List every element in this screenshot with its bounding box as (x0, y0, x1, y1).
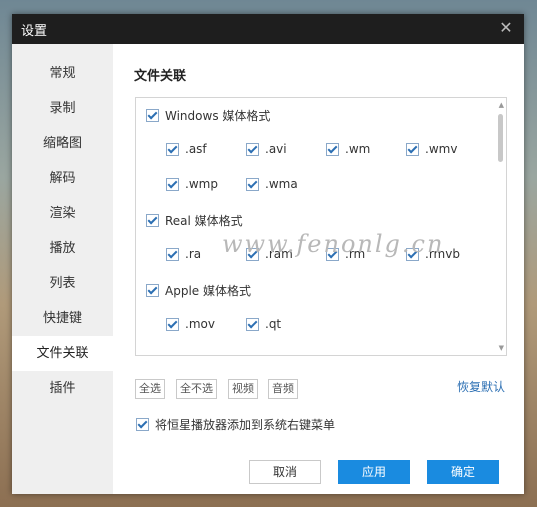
sidebar-item-decode[interactable]: 解码 (12, 161, 113, 196)
dialog-title: 设置 (21, 24, 48, 39)
format-checkbox-wm[interactable]: .wm (326, 142, 370, 156)
format-checkbox-rm[interactable]: .rm (326, 247, 365, 261)
close-icon[interactable]: ✕ (496, 18, 516, 38)
format-checkbox-wma[interactable]: .wma (246, 177, 298, 191)
sidebar-item-general[interactable]: 常规 (12, 56, 113, 91)
format-checkbox-asf[interactable]: .asf (166, 142, 207, 156)
format-checkbox-qt[interactable]: .qt (246, 317, 281, 331)
format-checkbox-mov[interactable]: .mov (166, 317, 215, 331)
select-none-button[interactable]: 全不选 (176, 379, 217, 399)
checkbox-checked-icon (166, 142, 179, 156)
checkbox-checked-icon (246, 317, 259, 331)
checkbox-checked-icon (406, 142, 419, 156)
scroll-down-icon[interactable]: ▼ (499, 344, 504, 352)
list-scrollbar[interactable]: ▲ ▼ (494, 98, 506, 355)
format-list[interactable]: Windows 媒体格式 .asf .avi .wm .wmv .wmp .wm… (135, 97, 507, 356)
sidebar-item-thumbnail[interactable]: 缩略图 (12, 126, 113, 161)
format-label: .wmv (425, 142, 458, 156)
format-label: .rm (345, 247, 366, 261)
sidebar-item-render[interactable]: 渲染 (12, 196, 113, 231)
checkbox-checked-icon (246, 142, 259, 156)
checkbox-checked-icon (406, 247, 419, 261)
checkbox-checked-icon (146, 284, 159, 297)
format-label: .wma (265, 177, 298, 191)
settings-sidebar: 常规 录制 缩略图 解码 渲染 播放 列表 快捷键 文件关联 插件 (12, 44, 113, 494)
sidebar-item-playlist[interactable]: 列表 (12, 266, 113, 301)
checkbox-checked-icon (166, 247, 179, 261)
settings-content: 文件关联 Windows 媒体格式 .asf .avi .wm .wmv .wm… (113, 44, 524, 494)
sidebar-item-hotkeys[interactable]: 快捷键 (12, 301, 113, 336)
format-checkbox-avi[interactable]: .avi (246, 142, 287, 156)
format-label: .ra (185, 247, 202, 261)
format-label: .avi (265, 142, 287, 156)
sidebar-item-playback[interactable]: 播放 (12, 231, 113, 266)
format-checkbox-ram[interactable]: .ram (246, 247, 293, 261)
checkbox-checked-icon (246, 247, 259, 261)
checkbox-checked-icon (136, 418, 149, 431)
scroll-thumb[interactable] (498, 114, 503, 162)
checkbox-checked-icon (326, 142, 339, 156)
format-label: .ram (265, 247, 293, 261)
sidebar-item-plugins[interactable]: 插件 (12, 371, 113, 406)
checkbox-checked-icon (166, 317, 179, 331)
video-button[interactable]: 视频 (228, 379, 258, 399)
sidebar-item-file-association[interactable]: 文件关联 (12, 336, 113, 371)
title-bar[interactable]: 设置 ✕ (12, 14, 524, 44)
context-menu-label: 将恒星播放器添加到系统右键菜单 (155, 418, 336, 432)
format-checkbox-wmp[interactable]: .wmp (166, 177, 218, 191)
checkbox-checked-icon (326, 247, 339, 261)
apply-button[interactable]: 应用 (338, 460, 410, 484)
group-checkbox-real[interactable]: Real 媒体格式 (146, 212, 243, 229)
format-label: .wmp (185, 177, 218, 191)
format-label: .qt (265, 317, 282, 331)
scroll-up-icon[interactable]: ▲ (499, 101, 504, 109)
checkbox-checked-icon (146, 109, 159, 122)
restore-default-link[interactable]: 恢复默认 (457, 378, 505, 395)
settings-dialog: 设置 ✕ 常规 录制 缩略图 解码 渲染 播放 列表 快捷键 文件关联 插件 文… (12, 14, 524, 494)
section-title: 文件关联 (134, 69, 187, 84)
format-checkbox-rmvb[interactable]: .rmvb (406, 247, 460, 261)
checkbox-checked-icon (146, 214, 159, 227)
select-all-button[interactable]: 全选 (135, 379, 165, 399)
audio-button[interactable]: 音频 (268, 379, 298, 399)
format-label: .rmvb (425, 247, 460, 261)
context-menu-checkbox[interactable]: 将恒星播放器添加到系统右键菜单 (136, 416, 335, 433)
format-checkbox-wmv[interactable]: .wmv (406, 142, 457, 156)
group-label: Windows 媒体格式 (165, 109, 271, 123)
group-label: Apple 媒体格式 (165, 284, 251, 298)
checkbox-checked-icon (246, 177, 259, 191)
format-label: .wm (345, 142, 371, 156)
group-label: Real 媒体格式 (165, 214, 243, 228)
sidebar-item-record[interactable]: 录制 (12, 91, 113, 126)
format-checkbox-ra[interactable]: .ra (166, 247, 201, 261)
format-label: .asf (185, 142, 207, 156)
group-checkbox-windows[interactable]: Windows 媒体格式 (146, 107, 270, 124)
format-label: .mov (185, 317, 215, 331)
cancel-button[interactable]: 取消 (249, 460, 321, 484)
group-checkbox-apple[interactable]: Apple 媒体格式 (146, 282, 251, 299)
checkbox-checked-icon (166, 177, 179, 191)
ok-button[interactable]: 确定 (427, 460, 499, 484)
